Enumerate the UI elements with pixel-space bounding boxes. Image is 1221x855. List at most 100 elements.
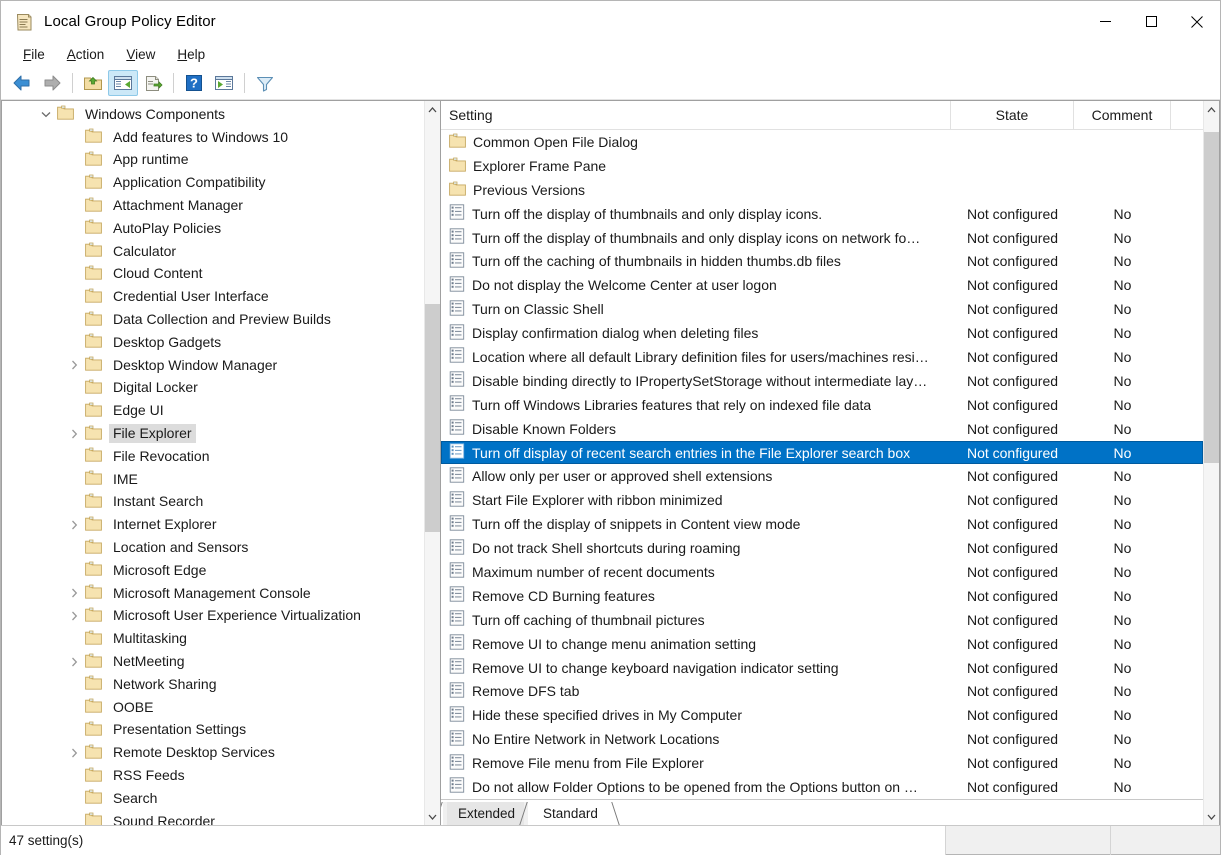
console-tree-icon[interactable] [108, 70, 138, 96]
close-button[interactable] [1174, 1, 1220, 42]
tree-item-search[interactable]: Search [7, 787, 424, 810]
tree-item-autoplay-policies[interactable]: AutoPlay Policies [7, 217, 424, 240]
tree-twisty[interactable] [35, 111, 57, 118]
tree-item-desktop-window-manager[interactable]: Desktop Window Manager [7, 354, 424, 377]
table-row[interactable]: Do not allow Folder Options to be opened… [441, 775, 1203, 799]
tree-item-digital-locker[interactable]: Digital Locker [7, 377, 424, 400]
tree-twisty[interactable] [63, 611, 85, 621]
scroll-up-icon[interactable] [425, 101, 440, 118]
scroll-up-icon[interactable] [1204, 101, 1219, 118]
filter-funnel-icon[interactable] [250, 70, 280, 96]
menu-file[interactable]: File [12, 45, 56, 65]
table-row[interactable]: No Entire Network in Network LocationsNo… [441, 727, 1203, 751]
tab-standard[interactable]: Standard [528, 802, 611, 825]
maximize-button[interactable] [1128, 1, 1174, 42]
tree-item-microsoft-management-console[interactable]: Microsoft Management Console [7, 582, 424, 605]
tree-item-internet-explorer[interactable]: Internet Explorer [7, 513, 424, 536]
tree-item-calculator[interactable]: Calculator [7, 240, 424, 263]
tree-twisty[interactable] [63, 588, 85, 598]
menu-help[interactable]: Help [166, 45, 216, 65]
tree-item-desktop-gadgets[interactable]: Desktop Gadgets [7, 331, 424, 354]
minimize-button[interactable] [1082, 1, 1128, 42]
list-scroll-thumb[interactable] [1204, 132, 1219, 463]
menu-action[interactable]: Action [56, 45, 116, 65]
table-row[interactable]: Allow only per user or approved shell ex… [441, 464, 1203, 488]
tree-item-file-revocation[interactable]: File Revocation [7, 445, 424, 468]
tree-item-presentation-settings[interactable]: Presentation Settings [7, 719, 424, 742]
table-row[interactable]: Start File Explorer with ribbon minimize… [441, 488, 1203, 512]
tree-twisty[interactable] [63, 429, 85, 439]
tree-item-data-collection-and-preview-builds[interactable]: Data Collection and Preview Builds [7, 308, 424, 331]
tree-item-ime[interactable]: IME [7, 468, 424, 491]
table-row[interactable]: Hide these specified drives in My Comput… [441, 703, 1203, 727]
tree-twisty[interactable] [63, 520, 85, 530]
column-header-setting[interactable]: Setting [441, 101, 951, 130]
table-row[interactable]: Display confirmation dialog when deletin… [441, 321, 1203, 345]
tree-scroll-thumb[interactable] [425, 304, 440, 532]
table-row[interactable]: Turn off Windows Libraries features that… [441, 393, 1203, 417]
table-row[interactable]: Maximum number of recent documentsNot co… [441, 560, 1203, 584]
table-row[interactable]: Turn off the display of snippets in Cont… [441, 512, 1203, 536]
table-row[interactable]: Remove File menu from File ExplorerNot c… [441, 751, 1203, 775]
tree-twisty[interactable] [63, 657, 85, 667]
table-row[interactable]: Turn off the display of thumbnails and o… [441, 226, 1203, 250]
table-row[interactable]: Turn off caching of thumbnail picturesNo… [441, 608, 1203, 632]
tree-item-edge-ui[interactable]: Edge UI [7, 399, 424, 422]
tree-item-rss-feeds[interactable]: RSS Feeds [7, 764, 424, 787]
tree-item-attachment-manager[interactable]: Attachment Manager [7, 194, 424, 217]
column-header-state[interactable]: State [951, 101, 1074, 130]
back-arrow-icon[interactable] [7, 70, 37, 96]
tree-item-application-compatibility[interactable]: Application Compatibility [7, 171, 424, 194]
scroll-down-icon[interactable] [425, 808, 440, 825]
list-vertical-scrollbar[interactable] [1203, 101, 1219, 825]
up-folder-icon[interactable] [78, 70, 108, 96]
tree-twisty[interactable] [63, 748, 85, 758]
tree-item-multitasking[interactable]: Multitasking [7, 627, 424, 650]
tab-extended[interactable]: Extended [443, 802, 528, 825]
tree-item-location-and-sensors[interactable]: Location and Sensors [7, 536, 424, 559]
tree-item-microsoft-edge[interactable]: Microsoft Edge [7, 559, 424, 582]
tree-item-sound-recorder[interactable]: Sound Recorder [7, 810, 424, 825]
table-row[interactable]: Location where all default Library defin… [441, 345, 1203, 369]
column-header-comment[interactable]: Comment [1074, 101, 1171, 130]
tree-item-credential-user-interface[interactable]: Credential User Interface [7, 285, 424, 308]
tree-item-remote-desktop-services[interactable]: Remote Desktop Services [7, 741, 424, 764]
tree-item-app-runtime[interactable]: App runtime [7, 149, 424, 172]
tree-item-microsoft-user-experience-virtualization[interactable]: Microsoft User Experience Virtualization [7, 605, 424, 628]
settings-list-pane: Setting State Comment Common Open File D… [441, 100, 1220, 825]
menu-view[interactable]: View [115, 45, 166, 65]
table-row[interactable]: Common Open File Dialog [441, 130, 1203, 154]
table-row[interactable]: Turn off the caching of thumbnails in hi… [441, 249, 1203, 273]
table-row[interactable]: Turn on Classic ShellNot configuredNo [441, 297, 1203, 321]
table-row[interactable]: Do not display the Welcome Center at use… [441, 273, 1203, 297]
tree-vertical-scrollbar[interactable] [424, 101, 440, 825]
setting-name: Turn off the display of thumbnails and o… [472, 230, 920, 246]
folder-icon [85, 744, 109, 762]
tree-item-oobe[interactable]: OOBE [7, 696, 424, 719]
table-row[interactable]: Remove UI to change keyboard navigation … [441, 656, 1203, 680]
tree-item-instant-search[interactable]: Instant Search [7, 491, 424, 514]
export-list-icon[interactable] [138, 70, 168, 96]
tree-item-network-sharing[interactable]: Network Sharing [7, 673, 424, 696]
table-row[interactable]: Turn off display of recent search entrie… [441, 441, 1203, 465]
tree-item-file-explorer[interactable]: File Explorer [7, 422, 424, 445]
table-row[interactable]: Turn off the display of thumbnails and o… [441, 202, 1203, 226]
table-row[interactable]: Disable binding directly to IPropertySet… [441, 369, 1203, 393]
tree-item-windows-components[interactable]: Windows Components [7, 103, 424, 126]
tree-item-add-features-to-windows-10[interactable]: Add features to Windows 10 [7, 126, 424, 149]
forward-arrow-icon[interactable] [37, 70, 67, 96]
table-row[interactable]: Do not track Shell shortcuts during roam… [441, 536, 1203, 560]
table-row[interactable]: Explorer Frame Pane [441, 154, 1203, 178]
table-row[interactable]: Remove DFS tabNot configuredNo [441, 679, 1203, 703]
tree-item-label: Microsoft User Experience Virtualization [109, 606, 365, 625]
table-row[interactable]: Disable Known FoldersNot configuredNo [441, 417, 1203, 441]
table-row[interactable]: Remove CD Burning featuresNot configured… [441, 584, 1203, 608]
table-row[interactable]: Remove UI to change menu animation setti… [441, 632, 1203, 656]
tree-item-netmeeting[interactable]: NetMeeting [7, 650, 424, 673]
tree-twisty[interactable] [63, 360, 85, 370]
help-question-icon[interactable]: ? [179, 70, 209, 96]
table-row[interactable]: Previous Versions [441, 178, 1203, 202]
tree-item-cloud-content[interactable]: Cloud Content [7, 263, 424, 286]
scroll-down-icon[interactable] [1204, 808, 1219, 825]
action-pane-icon[interactable] [209, 70, 239, 96]
